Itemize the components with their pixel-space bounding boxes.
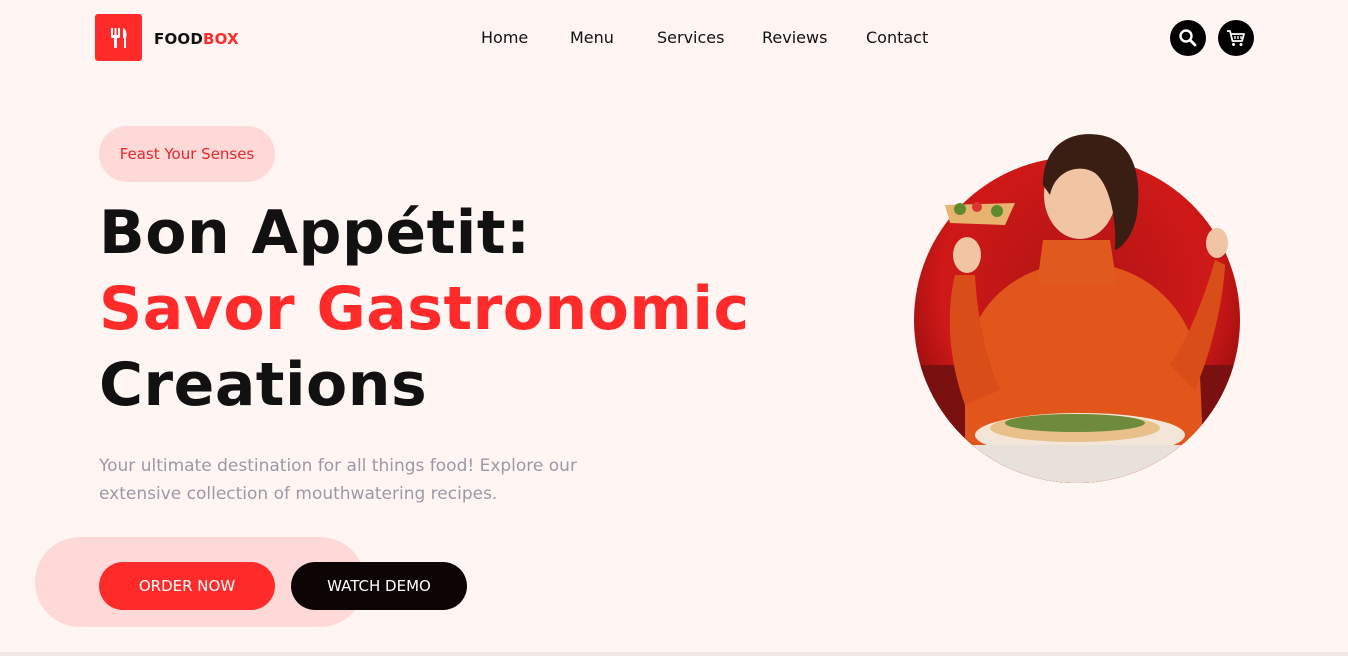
nav-item-home[interactable]: Home xyxy=(481,28,528,47)
search-icon xyxy=(1179,29,1197,47)
brand-name[interactable]: FOODBOX xyxy=(154,30,239,48)
hero-title-line2: Savor Gastronomic xyxy=(99,274,750,344)
hero-badge: Feast Your Senses xyxy=(99,126,275,182)
nav-item-reviews[interactable]: Reviews xyxy=(762,28,827,47)
nav-item-menu[interactable]: Menu xyxy=(570,28,614,47)
brand-name-part2: BOX xyxy=(203,30,239,48)
cart-icon xyxy=(1227,30,1245,46)
watch-demo-button[interactable]: WATCH DEMO xyxy=(291,562,467,610)
section-divider xyxy=(0,652,1348,656)
brand-name-part1: FOOD xyxy=(154,30,204,48)
site-header: FOODBOX Home Menu Services Reviews Conta… xyxy=(0,0,1348,78)
hero-title: Bon Appétit: Savor Gastronomic Creations xyxy=(99,195,750,423)
nav-item-contact[interactable]: Contact xyxy=(866,28,928,47)
hero-title-line1: Bon Appétit: xyxy=(99,198,531,268)
search-button[interactable] xyxy=(1170,20,1206,56)
nav-item-services[interactable]: Services xyxy=(657,28,724,47)
logo[interactable] xyxy=(95,14,142,61)
utensils-icon xyxy=(110,27,127,48)
order-now-button[interactable]: ORDER NOW xyxy=(99,562,275,610)
cart-button[interactable] xyxy=(1218,20,1254,56)
hero-title-line3: Creations xyxy=(99,350,428,420)
hero-image xyxy=(914,134,1240,483)
hero-description: Your ultimate destination for all things… xyxy=(99,456,577,504)
